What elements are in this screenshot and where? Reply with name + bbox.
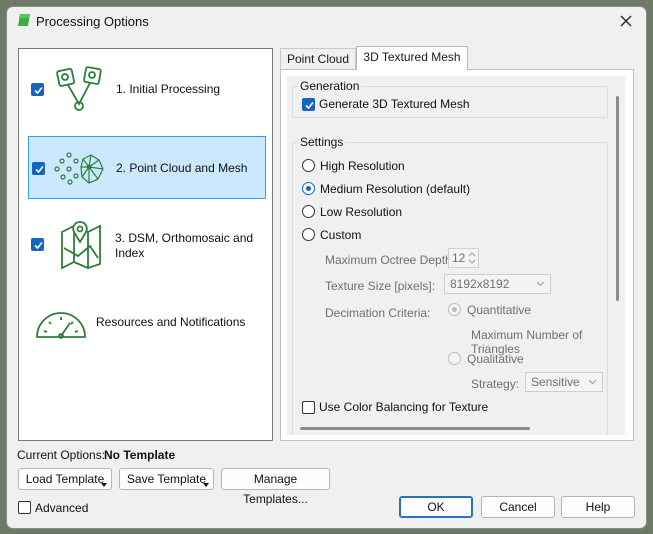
close-button[interactable]: [612, 10, 640, 32]
low-resolution-label: Low Resolution: [320, 205, 403, 219]
custom-radio[interactable]: [302, 228, 315, 241]
close-icon: [620, 15, 632, 27]
chevron-down-icon: [536, 281, 545, 287]
generate-mesh-checkbox[interactable]: [302, 98, 315, 111]
generation-group-title: Generation: [298, 79, 362, 93]
tab-point-cloud[interactable]: Point Cloud: [280, 48, 356, 70]
step-label-line2: Index: [115, 246, 145, 260]
steps-panel: 1. Initial Processing 2. Point Cloud and…: [18, 48, 273, 441]
horizontal-scrollbar[interactable]: [300, 427, 530, 430]
checkmark-icon: [305, 101, 314, 110]
cancel-button[interactable]: Cancel: [481, 496, 555, 518]
window-title: Processing Options: [36, 14, 149, 29]
step-dsm-orthomosaic[interactable]: 3. DSM, Orthomosaic and Index: [28, 213, 266, 276]
generate-mesh-label: Generate 3D Textured Mesh: [319, 97, 470, 111]
settings-group-title: Settings: [298, 135, 346, 149]
gauge-icon: [36, 312, 86, 339]
vertical-scrollbar[interactable]: [611, 76, 625, 435]
tab-3d-textured-mesh[interactable]: 3D Textured Mesh: [356, 46, 468, 70]
checkmark-icon: [35, 165, 44, 174]
custom-label: Custom: [320, 228, 362, 242]
texture-size-label: Texture Size [pixels]:: [325, 279, 436, 293]
options-panel: Point Cloud 3D Textured Mesh Generation …: [280, 46, 634, 441]
vertical-scrollbar-thumb[interactable]: [616, 96, 619, 301]
octree-depth-spinbox[interactable]: 12: [448, 248, 479, 268]
texture-size-select[interactable]: 8192x8192: [444, 274, 551, 294]
point-cloud-icon: [54, 152, 104, 185]
step-initial-processing-checkbox[interactable]: [31, 83, 44, 96]
dropdown-triangle-icon: [203, 483, 209, 487]
load-template-button[interactable]: Load Template: [18, 468, 112, 490]
save-template-label: Save Template: [126, 472, 207, 486]
strategy-select[interactable]: Sensitive: [525, 372, 603, 392]
load-template-label: Load Template: [25, 472, 105, 486]
qualitative-radio[interactable]: [448, 352, 461, 365]
step-label: 2. Point Cloud and Mesh: [116, 161, 248, 175]
step-resources-notifications[interactable]: Resources and Notifications: [28, 291, 266, 354]
current-options-label: Current Options:: [17, 448, 106, 462]
strategy-value: Sensitive: [531, 375, 580, 389]
scroll-area: Generation Generate 3D Textured Mesh Set…: [287, 76, 625, 435]
checkmark-icon: [34, 86, 43, 95]
texture-size-value: 8192x8192: [450, 277, 510, 291]
octree-depth-value: 12: [452, 251, 466, 265]
step-dsm-checkbox[interactable]: [31, 238, 44, 251]
step-initial-processing[interactable]: 1. Initial Processing: [28, 58, 266, 121]
decimation-criteria-label: Decimation Criteria:: [325, 306, 431, 320]
title-bar: Processing Options: [7, 7, 646, 35]
strategy-label: Strategy:: [471, 377, 520, 391]
chevron-down-icon: [588, 379, 597, 385]
dropdown-triangle-icon: [101, 483, 107, 487]
color-balancing-label: Use Color Balancing for Texture: [319, 400, 489, 414]
advanced-checkbox[interactable]: [18, 501, 31, 514]
processing-options-dialog: Processing Options 1. Initial Processing…: [6, 6, 647, 529]
step-point-cloud-checkbox[interactable]: [32, 162, 45, 175]
dsm-map-icon: [61, 221, 101, 270]
checkmark-icon: [34, 241, 43, 250]
color-balancing-checkbox[interactable]: [302, 401, 315, 414]
high-resolution-radio[interactable]: [302, 159, 315, 172]
high-resolution-label: High Resolution: [320, 159, 405, 173]
tab-content: Generation Generate 3D Textured Mesh Set…: [280, 69, 634, 441]
quantitative-radio[interactable]: [448, 303, 461, 316]
quantitative-label: Quantitative: [467, 303, 532, 317]
help-button[interactable]: Help: [561, 496, 635, 518]
step-label: 1. Initial Processing: [116, 82, 221, 96]
octree-depth-label: Maximum Octree Depth:: [325, 253, 456, 267]
app-logo-icon: [18, 14, 30, 26]
step-label-line1: 3. DSM, Orthomosaic and: [115, 231, 254, 245]
manage-templates-button[interactable]: Manage Templates...: [221, 468, 330, 506]
low-resolution-radio[interactable]: [302, 205, 315, 218]
initial-processing-icon: [56, 66, 102, 111]
step-label: Resources and Notifications: [96, 315, 246, 329]
current-options-value: No Template: [104, 448, 176, 462]
spin-arrows-icon: [468, 252, 476, 264]
advanced-label: Advanced: [35, 501, 89, 515]
medium-resolution-radio[interactable]: [302, 182, 315, 195]
qualitative-label: Qualitative: [467, 352, 524, 366]
ok-button[interactable]: OK: [399, 496, 473, 518]
save-template-button[interactable]: Save Template: [119, 468, 214, 490]
step-point-cloud-and-mesh[interactable]: 2. Point Cloud and Mesh: [28, 136, 266, 199]
medium-resolution-label: Medium Resolution (default): [320, 182, 471, 196]
